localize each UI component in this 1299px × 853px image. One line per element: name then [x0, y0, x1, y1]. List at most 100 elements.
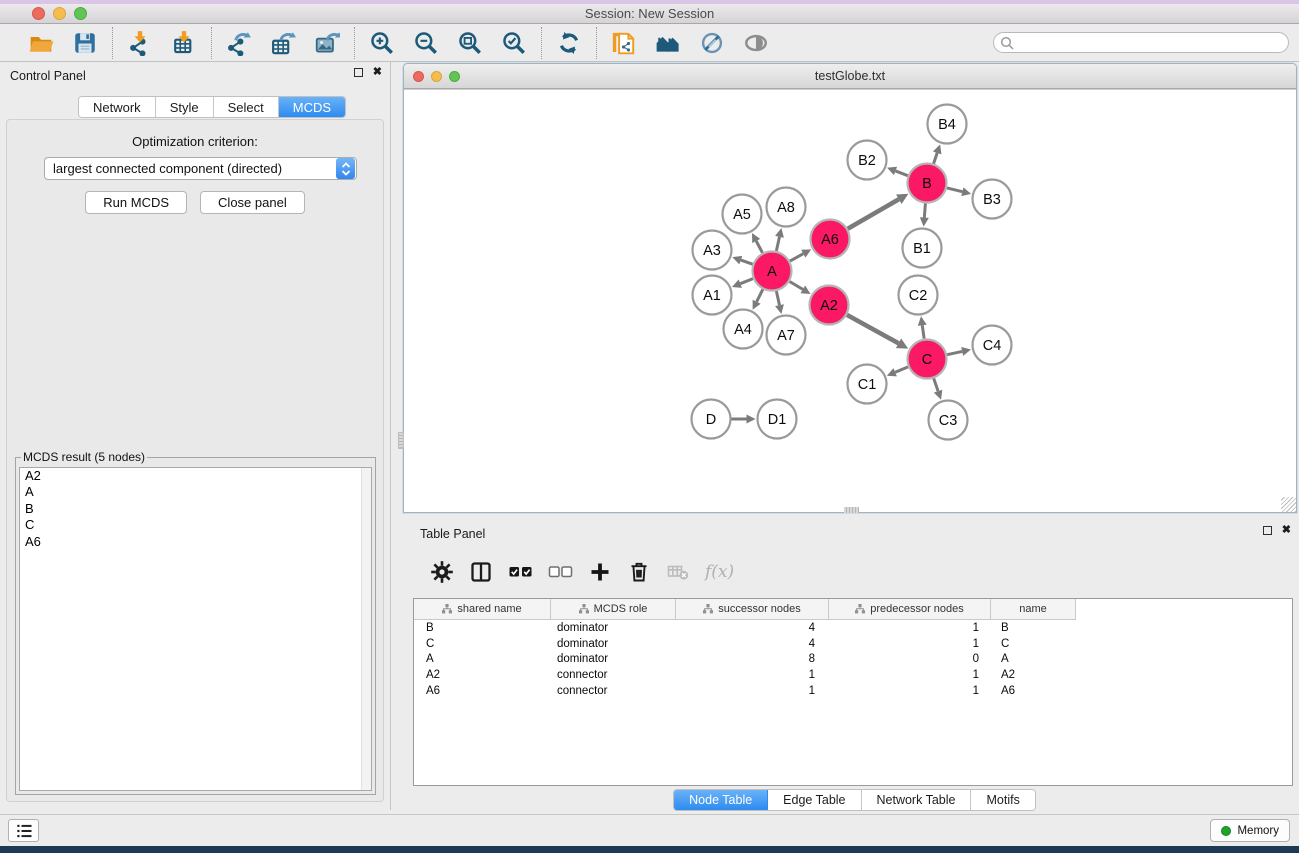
network-window-controls	[413, 71, 460, 82]
delete-table-icon	[666, 560, 690, 584]
network-close-button[interactable]	[413, 71, 424, 82]
node-table[interactable]: shared name MCDS rolesuccessor nodesprede…	[413, 598, 1293, 786]
delete-column-button[interactable]	[627, 559, 651, 585]
deselect-all-rows-button[interactable]	[548, 559, 573, 585]
column-header-label: shared name	[457, 603, 521, 615]
mcds-result-item[interactable]: A6	[20, 534, 371, 550]
zoom-window-button[interactable]	[74, 7, 87, 20]
table-cell: A2	[414, 669, 551, 681]
toolbar-group	[113, 29, 211, 57]
graph-node-label-A3: A3	[703, 243, 721, 259]
split-columns-button[interactable]	[469, 559, 493, 585]
zoom-selected-button[interactable]	[500, 29, 528, 57]
criterion-select[interactable]: largest connected component (directed)	[44, 157, 357, 180]
clone-network-document-button[interactable]	[610, 29, 638, 57]
export-table-button[interactable]	[269, 29, 297, 57]
tab-style[interactable]: Style	[156, 97, 214, 117]
zoom-in-button[interactable]	[368, 29, 396, 57]
import-table-button[interactable]	[170, 29, 198, 57]
mcds-result-item[interactable]: B	[20, 501, 371, 517]
tab-motifs[interactable]: Motifs	[971, 790, 1034, 810]
mcds-result-item[interactable]: C	[20, 517, 371, 533]
zoom-out-button[interactable]	[412, 29, 440, 57]
mcds-tab-content: Optimization criterion: largest connecte…	[6, 119, 384, 802]
table-header-row: shared name MCDS rolesuccessor nodesprede…	[414, 599, 1292, 620]
table-cell: dominator	[551, 622, 676, 634]
show-panels-button[interactable]	[8, 819, 39, 842]
save-session-button[interactable]	[71, 29, 99, 57]
table-row[interactable]: Adominator80A	[414, 652, 1292, 668]
network-window-titlebar[interactable]: testGlobe.txt	[404, 64, 1296, 89]
table-row[interactable]: A6connector11A6	[414, 683, 1292, 699]
tab-edge-table[interactable]: Edge Table	[768, 790, 861, 810]
graph-node-label-B: B	[922, 176, 932, 192]
refresh-layout-button[interactable]	[555, 29, 583, 57]
mcds-result-list[interactable]: A2ABCA6	[19, 467, 372, 791]
column-header-successor-nodes[interactable]: successor nodes	[676, 599, 829, 620]
tab-mcds[interactable]: MCDS	[279, 97, 345, 117]
column-header-MCDS-role[interactable]: MCDS role	[551, 599, 676, 620]
tab-network[interactable]: Network	[79, 97, 156, 117]
table-row[interactable]: Cdominator41C	[414, 636, 1292, 652]
close-window-button[interactable]	[32, 7, 45, 20]
show-eye-button[interactable]	[742, 29, 770, 57]
function-builder-button: f(x)	[705, 559, 734, 585]
float-panel-icon[interactable]	[354, 68, 363, 77]
status-bar: Memory	[0, 814, 1299, 846]
refresh-layout-icon	[556, 30, 582, 56]
export-image-button[interactable]	[313, 29, 341, 57]
select-all-rows-button[interactable]	[508, 559, 533, 585]
window-resize-grip[interactable]	[1281, 497, 1296, 512]
search-icon	[999, 35, 1015, 51]
table-cell: A2	[991, 669, 1076, 681]
window-left-grip[interactable]	[398, 432, 404, 449]
window-bottom-grip[interactable]	[844, 507, 859, 513]
table-row[interactable]: Bdominator41B	[414, 620, 1292, 636]
graph-node-label-C: C	[922, 352, 932, 368]
table-cell: 4	[676, 638, 829, 650]
mcds-result-item[interactable]: A	[20, 484, 371, 500]
minimize-window-button[interactable]	[53, 7, 66, 20]
tab-node-table[interactable]: Node Table	[674, 790, 768, 810]
hide-annotations-button[interactable]	[698, 29, 726, 57]
graph-node-label-D1: D1	[768, 412, 787, 428]
column-header-name[interactable]: name	[991, 599, 1076, 620]
tab-network-table[interactable]: Network Table	[862, 790, 972, 810]
network-view-window: testGlobe.txt AA1A2A3A4A5A6A7A8BB1B2B3B4…	[403, 63, 1297, 513]
table-cell: C	[991, 638, 1076, 650]
desktop-strip-bottom	[0, 846, 1299, 853]
create-column-button[interactable]	[588, 559, 612, 585]
workspace: Control Panel ✖ NetworkStyleSelectMCDS O…	[0, 62, 1299, 814]
table-cell: A	[414, 653, 551, 665]
table-cell: 1	[829, 685, 991, 697]
tab-select[interactable]: Select	[214, 97, 279, 117]
list-icon	[14, 821, 34, 841]
close-panel-button[interactable]: Close panel	[200, 191, 305, 214]
network-zoom-button[interactable]	[449, 71, 460, 82]
network-canvas[interactable]: AA1A2A3A4A5A6A7A8BB1B2B3B4CC1C2C3C4DD1	[404, 89, 1296, 512]
export-image-icon	[314, 30, 340, 56]
network-minimize-button[interactable]	[431, 71, 442, 82]
app-title: Session: New Session	[0, 6, 1299, 21]
float-table-panel-icon[interactable]	[1263, 526, 1272, 535]
mcds-list-scrollbar[interactable]	[361, 468, 371, 790]
close-panel-icon[interactable]: ✖	[373, 68, 382, 77]
column-header-shared-name[interactable]: shared name	[414, 599, 551, 620]
column-header-predecessor-nodes[interactable]: predecessor nodes	[829, 599, 991, 620]
open-file-button[interactable]	[27, 29, 55, 57]
close-table-panel-icon[interactable]: ✖	[1282, 526, 1291, 535]
table-row[interactable]: A2connector11A2	[414, 667, 1292, 683]
home-view-button[interactable]	[654, 29, 682, 57]
memory-button[interactable]: Memory	[1210, 819, 1290, 842]
export-network-button[interactable]	[225, 29, 253, 57]
zoom-fit-button[interactable]	[456, 29, 484, 57]
toolbar-group	[14, 29, 112, 57]
toolbar-icon-groups	[0, 24, 783, 61]
mcds-result-item[interactable]: A2	[20, 468, 371, 484]
import-network-button[interactable]	[126, 29, 154, 57]
table-options-gear-button[interactable]	[430, 559, 454, 585]
run-mcds-button[interactable]: Run MCDS	[85, 191, 187, 214]
table-cell: 1	[829, 638, 991, 650]
search-input[interactable]	[993, 32, 1289, 53]
graph-node-label-B1: B1	[913, 241, 931, 257]
